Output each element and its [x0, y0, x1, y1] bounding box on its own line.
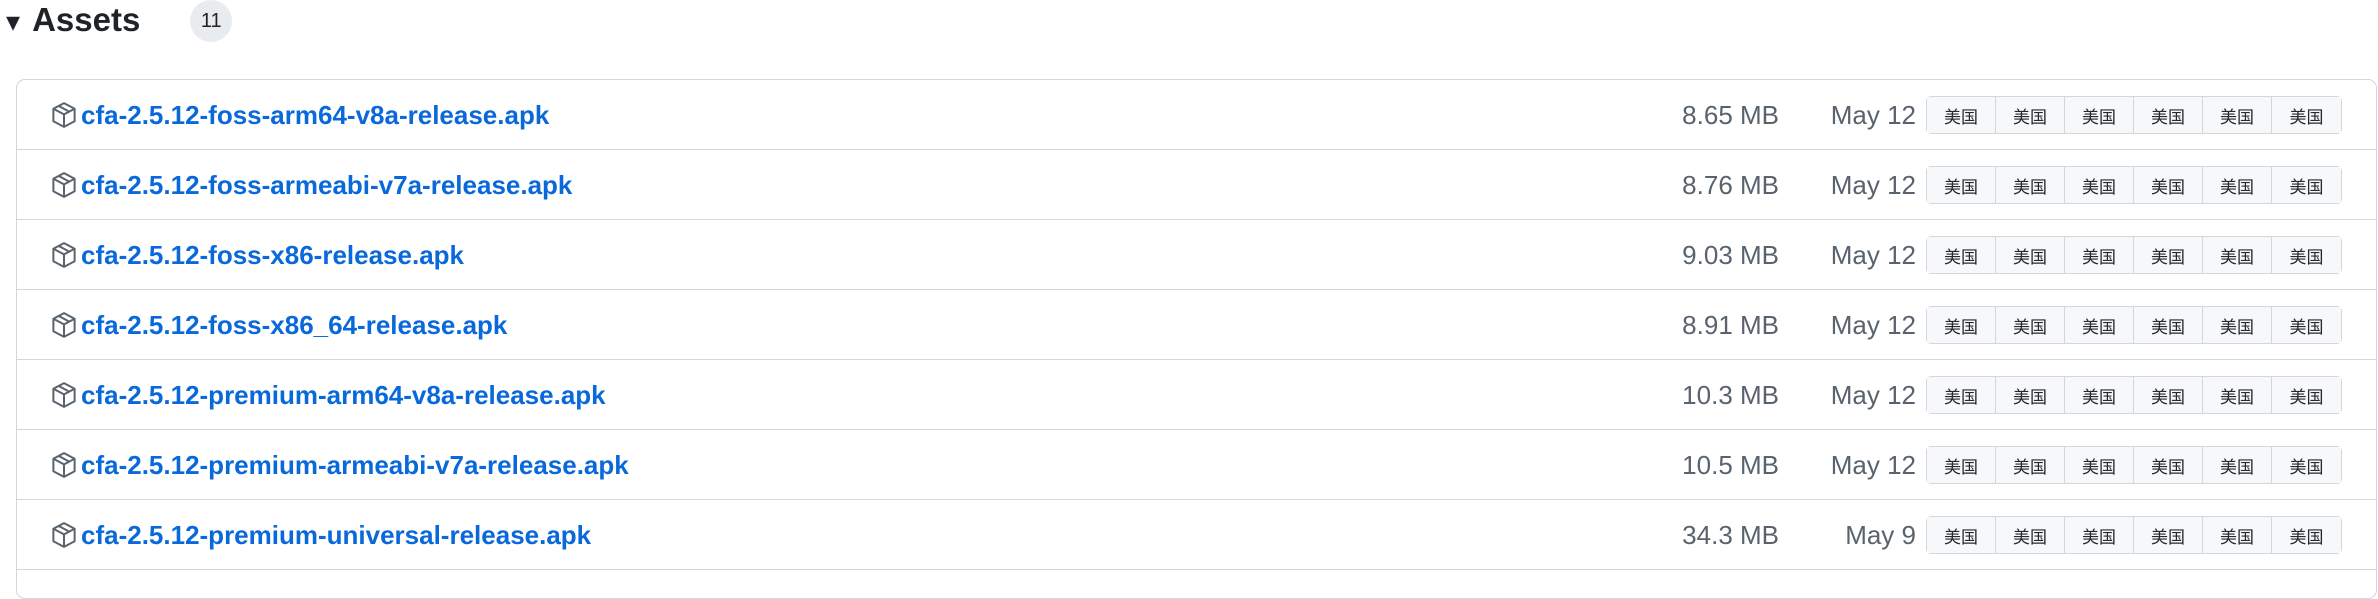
mirror-button[interactable]: 美国	[2272, 97, 2341, 133]
mirror-button[interactable]: 美国	[2272, 517, 2341, 553]
mirror-button[interactable]: 美国	[1927, 307, 1996, 343]
asset-name: cfa-2.5.12-premium-armeabi-v7a-release.a…	[81, 449, 629, 480]
mirror-button[interactable]: 美国	[2203, 377, 2272, 413]
asset-download-link[interactable]: cfa-2.5.12-premium-armeabi-v7a-release.a…	[49, 430, 629, 500]
mirror-button[interactable]: 美国	[1927, 97, 1996, 133]
mirror-button[interactable]: 美国	[2134, 167, 2203, 203]
asset-size: 8.91 MB	[1682, 309, 1779, 340]
mirror-button[interactable]: 美国	[1996, 447, 2065, 483]
mirror-button[interactable]: 美国	[2134, 237, 2203, 273]
mirror-button[interactable]: 美国	[2065, 237, 2134, 273]
asset-download-link[interactable]: cfa-2.5.12-premium-universal-release.apk	[49, 500, 591, 570]
mirror-button[interactable]: 美国	[2203, 517, 2272, 553]
asset-download-link[interactable]: cfa-2.5.12-premium-arm64-v8a-release.apk	[49, 360, 606, 430]
mirror-button[interactable]: 美国	[1996, 307, 2065, 343]
asset-download-link[interactable]: cfa-2.5.12-foss-x86-release.apk	[49, 220, 464, 290]
asset-download-link[interactable]: cfa-2.5.12-foss-x86_64-release.apk	[49, 290, 507, 360]
asset-row: cfa-2.5.12-foss-x86_64-release.apk 8.91 …	[17, 290, 2376, 360]
mirror-button[interactable]: 美国	[1927, 447, 1996, 483]
asset-date: May 12	[1830, 169, 1916, 200]
asset-date: May 12	[1830, 239, 1916, 270]
package-icon	[52, 382, 76, 408]
mirror-button[interactable]: 美国	[1927, 377, 1996, 413]
asset-name: cfa-2.5.12-foss-x86-release.apk	[81, 239, 465, 270]
mirror-button[interactable]: 美国	[2065, 447, 2134, 483]
asset-name: cfa-2.5.12-foss-arm64-v8a-release.apk	[81, 99, 550, 130]
asset-date: May 12	[1830, 99, 1916, 130]
mirror-button[interactable]: 美国	[1996, 97, 2065, 133]
mirror-button[interactable]: 美国	[1996, 237, 2065, 273]
mirror-button[interactable]: 美国	[2134, 447, 2203, 483]
mirror-button[interactable]: 美国	[2272, 377, 2341, 413]
asset-count-badge: 11	[190, 0, 233, 42]
asset-row: cfa-2.5.12-foss-x86-release.apk 9.03 MB …	[17, 220, 2376, 290]
asset-size: 8.65 MB	[1682, 99, 1779, 130]
mirror-button[interactable]: 美国	[1927, 517, 1996, 553]
asset-name: cfa-2.5.12-premium-universal-release.apk	[81, 519, 592, 550]
asset-download-link[interactable]: cfa-2.5.12-foss-arm64-v8a-release.apk	[49, 80, 549, 150]
mirror-button[interactable]: 美国	[2272, 447, 2341, 483]
asset-date: May 9	[1845, 519, 1916, 550]
mirror-button[interactable]: 美国	[2065, 167, 2134, 203]
mirror-button[interactable]: 美国	[2134, 517, 2203, 553]
asset-date: May 12	[1830, 379, 1916, 410]
asset-download-link[interactable]: cfa-2.5.12-foss-armeabi-v7a-release.apk	[49, 150, 572, 220]
mirror-button[interactable]: 美国	[2203, 167, 2272, 203]
mirror-button[interactable]: 美国	[1996, 167, 2065, 203]
asset-size: 8.76 MB	[1682, 169, 1779, 200]
mirror-button-group: 美国 美国 美国 美国 美国 美国	[1926, 446, 2342, 484]
asset-row: cfa-2.5.12-premium-armeabi-v7a-release.a…	[17, 430, 2376, 500]
mirror-button[interactable]: 美国	[1927, 237, 1996, 273]
package-icon	[52, 242, 76, 268]
asset-date: May 12	[1830, 449, 1916, 480]
mirror-button[interactable]: 美国	[2203, 237, 2272, 273]
mirror-button[interactable]: 美国	[2272, 307, 2341, 343]
mirror-button[interactable]: 美国	[2272, 237, 2341, 273]
package-icon	[52, 172, 76, 198]
mirror-button[interactable]: 美国	[2134, 97, 2203, 133]
asset-row: cfa-2.5.12-foss-arm64-v8a-release.apk 8.…	[17, 80, 2376, 150]
mirror-button[interactable]: 美国	[2203, 307, 2272, 343]
asset-size: 34.3 MB	[1682, 519, 1779, 550]
mirror-button-group: 美国 美国 美国 美国 美国 美国	[1926, 376, 2342, 414]
mirror-button[interactable]: 美国	[2203, 97, 2272, 133]
package-icon	[52, 312, 76, 338]
package-icon	[52, 452, 76, 478]
package-icon	[52, 102, 76, 128]
asset-size: 10.3 MB	[1682, 379, 1779, 410]
assets-list: cfa-2.5.12-foss-arm64-v8a-release.apk 8.…	[16, 79, 2377, 599]
mirror-button[interactable]: 美国	[2065, 377, 2134, 413]
mirror-button[interactable]: 美国	[2134, 377, 2203, 413]
mirror-button[interactable]: 美国	[2065, 97, 2134, 133]
asset-size: 9.03 MB	[1682, 239, 1779, 270]
mirror-button-group: 美国 美国 美国 美国 美国 美国	[1926, 96, 2342, 134]
mirror-button[interactable]: 美国	[2134, 307, 2203, 343]
mirror-button-group: 美国 美国 美国 美国 美国 美国	[1926, 306, 2342, 344]
mirror-button-group: 美国 美国 美国 美国 美国 美国	[1926, 236, 2342, 274]
mirror-button[interactable]: 美国	[1996, 377, 2065, 413]
mirror-button[interactable]: 美国	[1996, 517, 2065, 553]
mirror-button-group: 美国 美国 美国 美国 美国 美国	[1926, 516, 2342, 554]
asset-row: cfa-2.5.12-premium-universal-release.apk…	[17, 500, 2376, 570]
assets-header[interactable]: ▾ Assets 11	[6, 0, 233, 42]
asset-date: May 12	[1830, 309, 1916, 340]
asset-size: 10.5 MB	[1682, 449, 1779, 480]
collapse-caret-icon[interactable]: ▾	[6, 5, 20, 38]
asset-name: cfa-2.5.12-premium-arm64-v8a-release.apk	[81, 379, 606, 410]
asset-row: cfa-2.5.12-foss-armeabi-v7a-release.apk …	[17, 150, 2376, 220]
assets-title: Assets	[32, 1, 141, 38]
mirror-button[interactable]: 美国	[1927, 167, 1996, 203]
package-icon	[52, 522, 76, 548]
mirror-button-group: 美国 美国 美国 美国 美国 美国	[1926, 166, 2342, 204]
mirror-button[interactable]: 美国	[2065, 517, 2134, 553]
asset-name: cfa-2.5.12-foss-x86_64-release.apk	[81, 309, 508, 340]
mirror-button[interactable]: 美国	[2065, 307, 2134, 343]
mirror-button[interactable]: 美国	[2203, 447, 2272, 483]
asset-name: cfa-2.5.12-foss-armeabi-v7a-release.apk	[81, 169, 573, 200]
asset-row: cfa-2.5.12-premium-arm64-v8a-release.apk…	[17, 360, 2376, 430]
mirror-button[interactable]: 美国	[2272, 167, 2341, 203]
